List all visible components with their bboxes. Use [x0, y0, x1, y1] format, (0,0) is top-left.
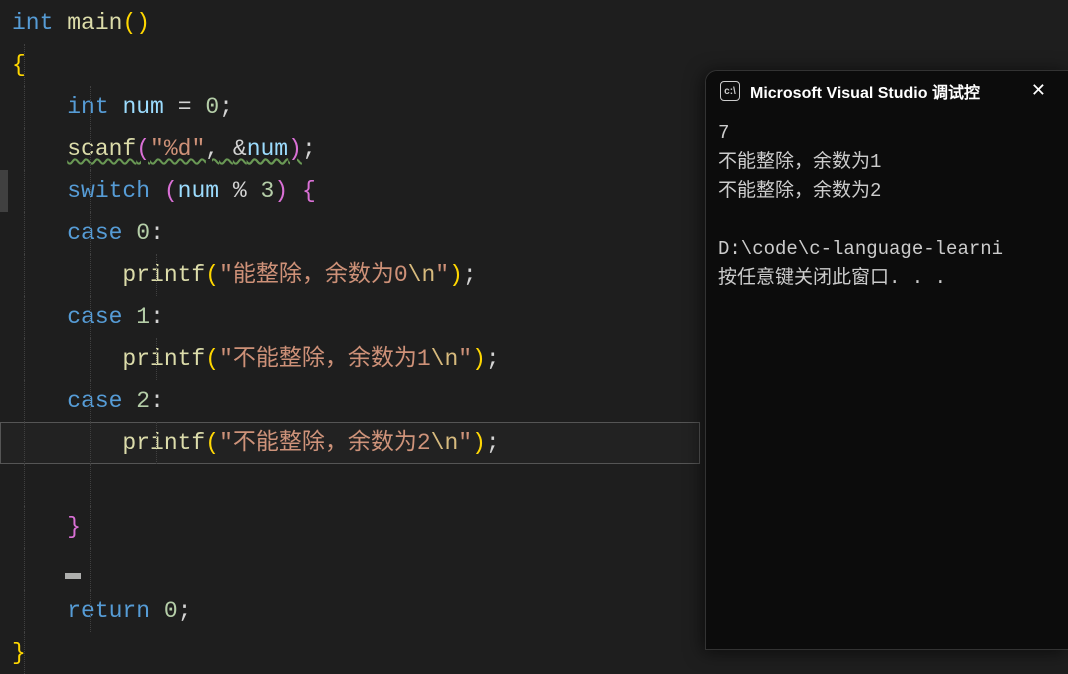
keyword-switch: switch	[67, 178, 150, 204]
keyword-case: case	[67, 304, 122, 330]
number-literal: 0	[205, 94, 219, 120]
string-literal: "能整除，余数为0\n"	[219, 262, 449, 288]
debug-console-window[interactable]: c:\ Microsoft Visual Studio 调试控 ✕ 7 不能整除…	[705, 70, 1068, 650]
console-icon: c:\	[720, 81, 740, 101]
string-literal: "%d"	[150, 136, 205, 162]
close-icon[interactable]: ✕	[1023, 76, 1054, 106]
keyword-case: case	[67, 220, 122, 246]
number-literal: 3	[261, 178, 275, 204]
console-title: Microsoft Visual Studio 调试控	[750, 79, 1023, 103]
variable-num: num	[122, 94, 163, 120]
variable-num: num	[178, 178, 219, 204]
cursor-indicator	[65, 573, 81, 579]
function-name: main	[67, 10, 122, 36]
keyword-int: int	[12, 10, 53, 36]
keyword-case: case	[67, 388, 122, 414]
function-call-printf: printf	[122, 262, 205, 288]
function-call-printf: printf	[122, 430, 205, 456]
console-output[interactable]: 7 不能整除，余数为1 不能整除，余数为2 D:\code\c-language…	[706, 111, 1068, 301]
function-call-scanf: scanf	[67, 136, 136, 162]
variable-num: num	[247, 136, 288, 162]
keyword-int: int	[67, 94, 108, 120]
function-call-printf: printf	[122, 346, 205, 372]
string-literal: "不能整除，余数为1\n"	[219, 346, 472, 372]
code-line[interactable]: int main()	[0, 2, 1068, 44]
string-literal: "不能整除，余数为2\n"	[219, 430, 472, 456]
console-titlebar[interactable]: c:\ Microsoft Visual Studio 调试控 ✕	[706, 71, 1068, 111]
keyword-return: return	[67, 598, 150, 624]
